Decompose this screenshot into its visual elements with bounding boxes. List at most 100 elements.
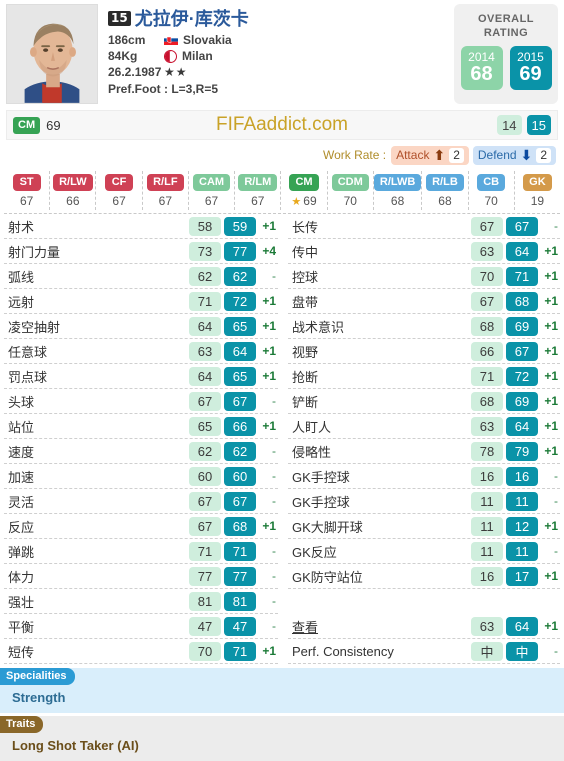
stat-label: GK反应 [292, 544, 337, 560]
stat-label: GK防守站位 [292, 569, 363, 585]
stat-delta: - [272, 394, 276, 408]
player-height: 186cm [108, 33, 146, 47]
overall-rating-title-line1: OVERALL [477, 13, 535, 25]
stat-label: 平衡 [8, 619, 35, 635]
table-row: 加速 60 60 - [4, 464, 278, 489]
position-value-wrap: 67 [20, 194, 33, 208]
skill-star-rating: ★★ [164, 65, 188, 79]
stat-old-value: 62 [189, 441, 221, 461]
stat-delta: +1 [544, 369, 558, 383]
stat-delta: - [272, 494, 276, 508]
table-row: 远射 71 72 +1 [4, 289, 278, 314]
stat-old-value: 47 [189, 616, 221, 636]
stat-new-value: 64 [506, 241, 538, 261]
stat-delta: +1 [544, 569, 558, 583]
stat-old-value: 78 [471, 441, 503, 461]
bio-row-birthdate-stars: 26.2.1987 ★★ [108, 64, 454, 80]
position-value-wrap: 67 [159, 194, 172, 208]
position-cell-cdm[interactable]: CDM 70 [328, 171, 374, 210]
stat-delta: +1 [262, 344, 276, 358]
stat-old-value: 64 [189, 316, 221, 336]
player-weight: 84Kg [108, 49, 138, 63]
table-row: 体力 77 77 - [4, 564, 278, 589]
position-cell-cb[interactable]: CB 70 [469, 171, 515, 210]
ac-milan-club-icon [164, 49, 177, 63]
table-row: 长传 67 67 - [288, 214, 560, 239]
stat-new-value: 16 [506, 466, 538, 486]
stat-new-value: 64 [224, 341, 256, 361]
position-badge: CM [289, 174, 319, 191]
player-birthdate: 26.2.1987 [108, 65, 162, 79]
stat-new-value: 64 [506, 416, 538, 436]
stat-new-value: 60 [224, 466, 256, 486]
skill-old-value: 14 [497, 115, 522, 135]
stat-label: 弹跳 [8, 544, 35, 560]
position-cell-r-lf[interactable]: R/LF 67 [143, 171, 189, 210]
stat-label: 人盯人 [292, 419, 332, 435]
table-row: GK反应 11 11 - [288, 539, 560, 564]
player-card: 15 尤拉伊·库茨卡 186cm Slovakia 84Kg Milan 26.… [0, 0, 564, 761]
stat-old-value: 66 [471, 341, 503, 361]
stat-label: 加速 [8, 469, 35, 485]
bio-row-height-nationality: 186cm Slovakia [108, 32, 454, 48]
stats-section: 射术 58 59 +1 射门力量 73 77 +4 弧线 62 62- 远射 71 72 +1 凌空抽射 64 6… [4, 214, 560, 664]
position-cell-r-lb[interactable]: R/LB 68 [422, 171, 469, 210]
player-info: 15 尤拉伊·库茨卡 186cm Slovakia 84Kg Milan 26.… [98, 4, 454, 108]
position-value: 67 [251, 194, 265, 208]
table-row: 查看 63 64 +1 [288, 614, 560, 639]
stat-new-value: 17 [506, 566, 538, 586]
table-row: 弹跳 71 71 - [4, 539, 278, 564]
stat-delta: +1 [262, 294, 276, 308]
player-nationality: Slovakia [183, 33, 232, 47]
position-cell-cam[interactable]: CAM 67 [189, 171, 236, 210]
table-row: 凌空抽射 64 65 +1 [4, 314, 278, 339]
overall-value-old: 68 [470, 63, 493, 85]
work-rate-attack-label: Attack [396, 148, 430, 162]
stat-old-value: 63 [471, 241, 503, 261]
stat-label: 抢断 [292, 369, 319, 385]
table-row: 反应 67 68 +1 [4, 514, 278, 539]
stat-label: 视野 [292, 344, 319, 360]
stat-new-value: 69 [506, 316, 538, 336]
stat-delta: +1 [544, 444, 558, 458]
stat-new-value: 11 [506, 491, 538, 511]
position-cell-r-lw[interactable]: R/LW 66 [50, 171, 97, 210]
position-cell-r-lwb[interactable]: R/LWB 68 [373, 171, 423, 210]
stat-new-value: 11 [506, 541, 538, 561]
stat-delta: +4 [262, 244, 276, 258]
stat-new-value: 12 [506, 516, 538, 536]
position-cell-cf[interactable]: CF 67 [96, 171, 143, 210]
work-rate-defend: Defend ⬇ 2 [472, 145, 556, 165]
page-title: 尤拉伊·库茨卡 [134, 9, 249, 29]
position-badge: R/LW [53, 174, 93, 191]
stat-label: 任意球 [8, 344, 48, 360]
position-value: 69 [303, 194, 317, 208]
table-row: 短传 70 71 +1 [4, 639, 278, 664]
stat-old-value: 67 [471, 291, 503, 311]
work-rate-defend-label: Defend [477, 148, 517, 162]
stat-delta: +1 [262, 419, 276, 433]
stat-new-value: 71 [224, 641, 256, 661]
player-bio: 186cm Slovakia 84Kg Milan 26.2.1987 ★★ P… [108, 32, 454, 96]
brand-bar: CM 69 FIFAaddict.com 14 15 [6, 110, 558, 140]
stat-new-value: 62 [224, 441, 256, 461]
skill-new-value: 15 [526, 115, 551, 135]
stat-label: 射门力量 [8, 244, 61, 260]
site-brand-name: FIFAaddict.com [216, 114, 348, 135]
position-value: 68 [438, 194, 452, 208]
stat-old-value: 70 [189, 641, 221, 661]
stat-delta: +1 [544, 619, 558, 633]
position-value-wrap: 67 [205, 194, 218, 208]
stat-old-value: 67 [189, 516, 221, 536]
stat-old-value: 71 [189, 541, 221, 561]
position-cell-gk[interactable]: GK 19 [515, 171, 560, 210]
position-cell-st[interactable]: ST 67 [4, 171, 51, 210]
position-cell-r-lm[interactable]: R/LM 67 [235, 171, 282, 210]
stat-new-value: 66 [224, 416, 256, 436]
stat-new-value: 68 [224, 516, 256, 536]
stat-old-value: 68 [471, 316, 503, 336]
stat-new-value: 71 [224, 541, 256, 561]
stat-old-value: 67 [471, 216, 503, 236]
position-cell-cm[interactable]: CM ★ 69 [281, 171, 328, 210]
stat-new-value: 69 [506, 391, 538, 411]
